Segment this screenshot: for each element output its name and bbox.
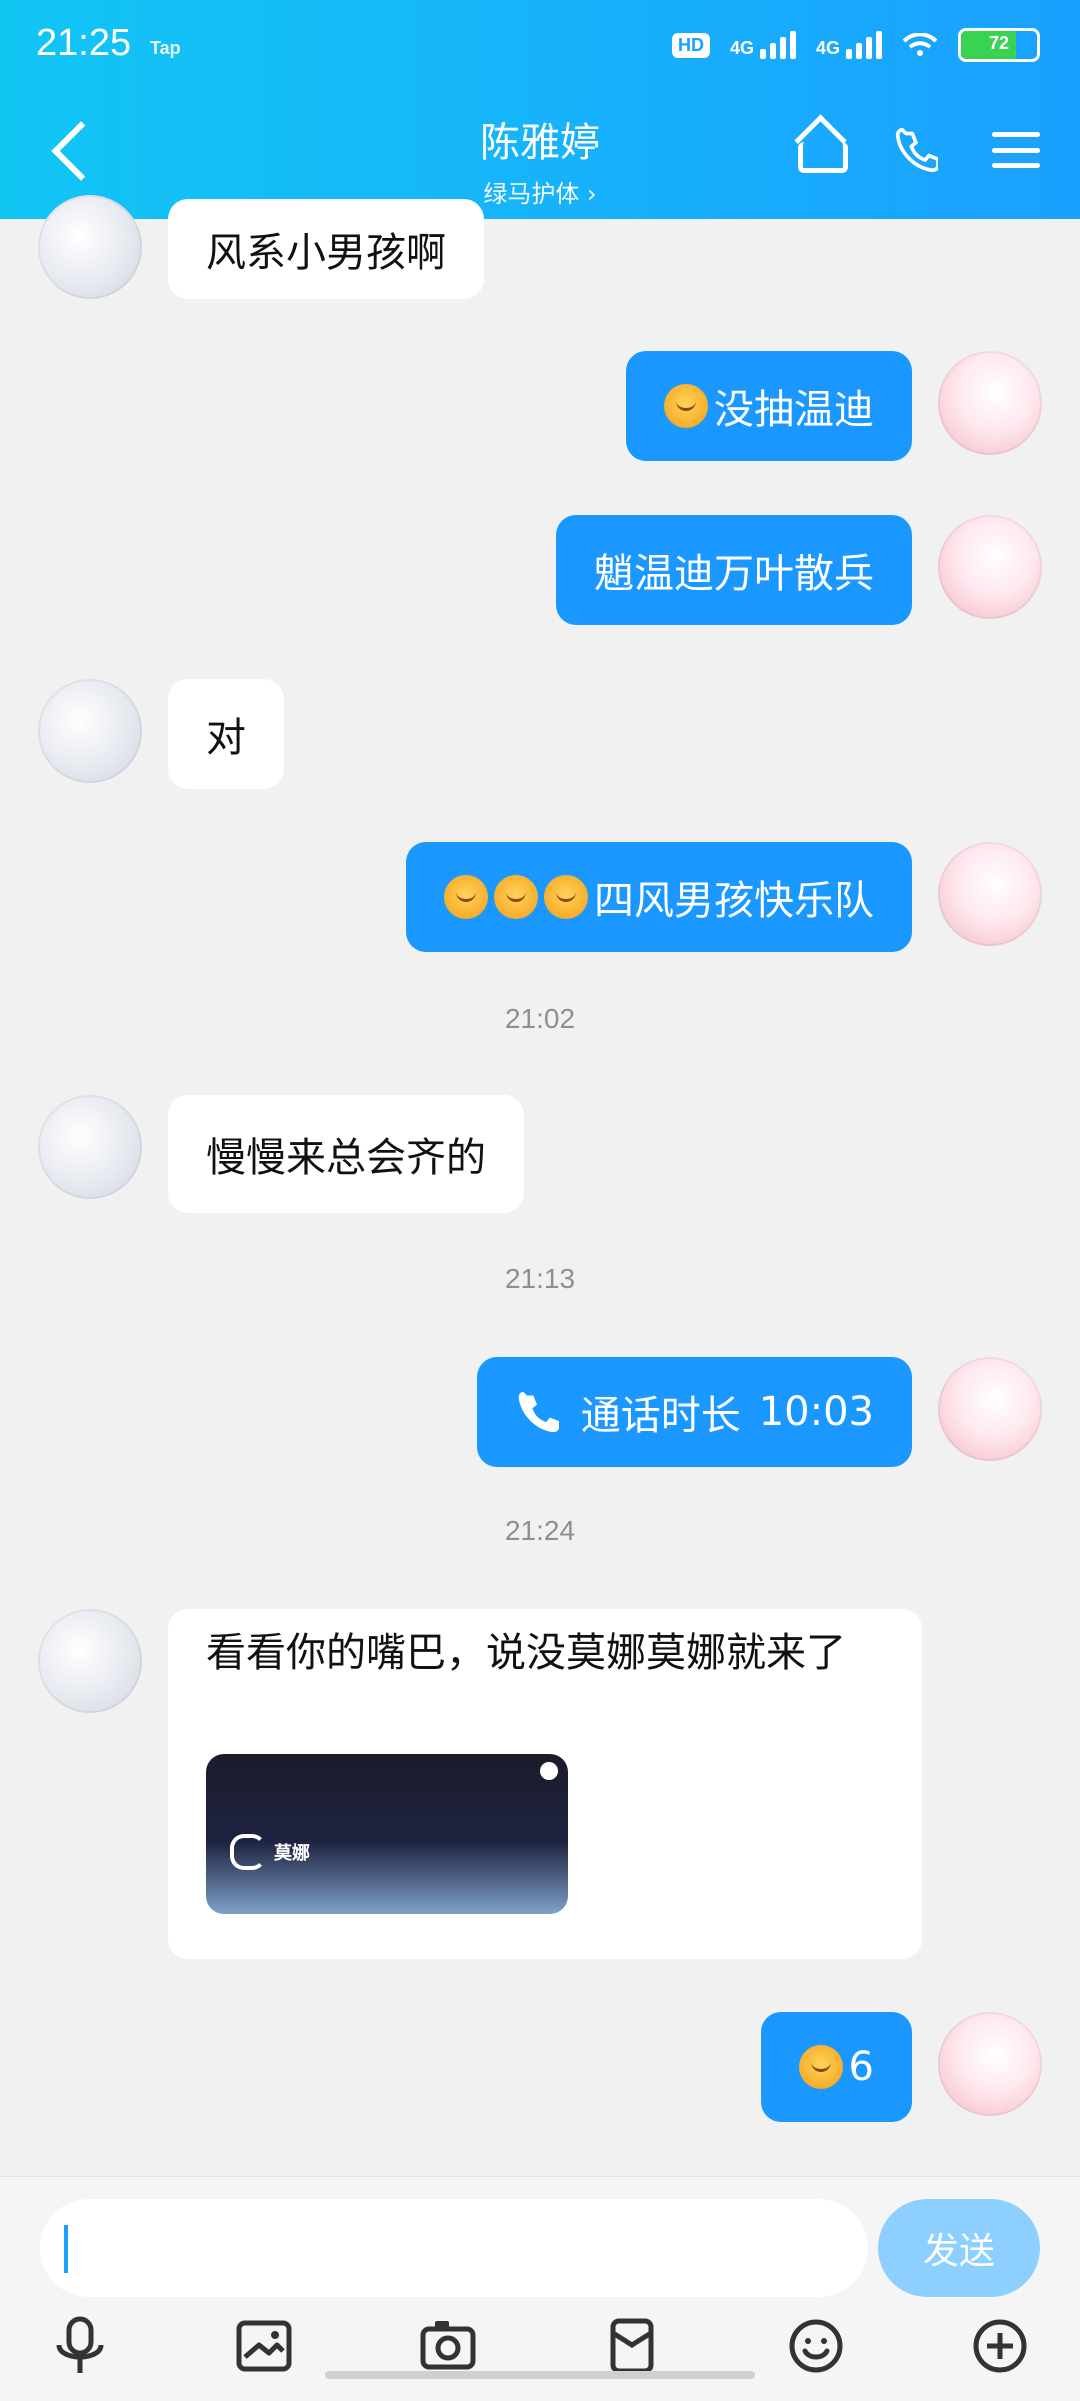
message-bubble[interactable]: 没抽温迪 [626,351,912,461]
friend-avatar[interactable] [38,1095,142,1199]
my-avatar[interactable] [938,2012,1042,2116]
wifi-icon [902,32,938,57]
message-row: 慢慢来总会齐的 [0,1095,1080,1213]
message-bubble[interactable]: 看看你的嘴巴，说没莫娜莫娜就来了 莫娜 [168,1609,922,1959]
chat-list[interactable]: 风系小男孩啊 没抽温迪 魈温迪万叶散兵 对 四风男孩快乐队 21:02 慢慢来总… [0,195,1080,2176]
emoji-icon [798,2045,843,2089]
top-bar: 21:25 Tap HD 4G 4G 72 陈雅婷 绿马护体 › [0,0,1080,219]
message-row: 没抽温迪 [0,351,1080,461]
emoji-icon[interactable] [776,2306,856,2386]
image-icon[interactable] [224,2306,304,2386]
logo-icon [230,1834,266,1870]
close-icon[interactable] [540,1762,558,1780]
message-text: 看看你的嘴巴，说没莫娜莫娜就来了 [206,1630,846,1676]
message-row: 6 [0,2012,1080,2122]
my-avatar[interactable] [938,351,1042,455]
emoji-icon [494,875,538,919]
signal-icon [759,31,796,59]
message-bubble[interactable]: 对 [168,679,284,789]
phone-icon[interactable] [894,128,940,172]
phone-icon [515,1390,559,1434]
network-4g-1: 4G [730,31,796,59]
emoji-icon [444,875,488,919]
message-row: 风系小男孩啊 [0,195,1080,299]
menu-icon[interactable] [992,132,1040,168]
message-row: 看看你的嘴巴，说没莫娜莫娜就来了 莫娜 [0,1609,1080,1959]
friend-avatar[interactable] [38,1609,142,1713]
my-avatar[interactable] [938,842,1042,946]
plus-icon[interactable] [960,2306,1040,2386]
friend-avatar[interactable] [38,195,142,299]
image-caption: 莫娜 [230,1834,310,1870]
status-icons: HD 4G 4G 72 [671,28,1040,62]
emoji-icon [664,384,708,428]
message-row: 魈温迪万叶散兵 [0,515,1080,625]
timestamp: 21:13 [504,1263,576,1294]
input-bar: 发送 [0,2176,1080,2401]
timestamp: 21:02 [504,1003,576,1034]
timestamp: 21:24 [504,1515,576,1546]
hd-badge: HD [671,32,710,58]
message-input[interactable] [40,2199,868,2297]
message-bubble[interactable]: 慢慢来总会齐的 [168,1095,524,1213]
network-4g-2: 4G [816,31,882,59]
send-button[interactable]: 发送 [878,2199,1040,2297]
image-attachment[interactable]: 莫娜 [206,1754,568,1914]
text-cursor [64,2225,68,2273]
status-tap: Tap [150,38,181,58]
message-bubble[interactable]: 风系小男孩啊 [168,199,484,299]
status-time: 21:25 [36,22,132,64]
message-row: 对 [0,679,1080,789]
my-avatar[interactable] [938,515,1042,619]
friend-avatar[interactable] [38,679,142,783]
home-icon[interactable] [796,132,848,173]
home-indicator [325,2371,755,2379]
emoji-icon [544,875,588,919]
message-bubble[interactable]: 6 [760,2012,912,2122]
message-row: 通话时长 10:03 [0,1357,1080,1467]
message-row: 四风男孩快乐队 [0,842,1080,952]
message-bubble[interactable]: 四风男孩快乐队 [406,842,912,952]
battery-icon: 72 [958,28,1040,62]
header-actions [796,128,1040,173]
my-avatar[interactable] [938,1357,1042,1461]
signal-icon [846,31,882,59]
voice-icon[interactable] [40,2306,120,2386]
call-bubble[interactable]: 通话时长 10:03 [476,1357,912,1467]
message-bubble[interactable]: 魈温迪万叶散兵 [556,515,912,625]
